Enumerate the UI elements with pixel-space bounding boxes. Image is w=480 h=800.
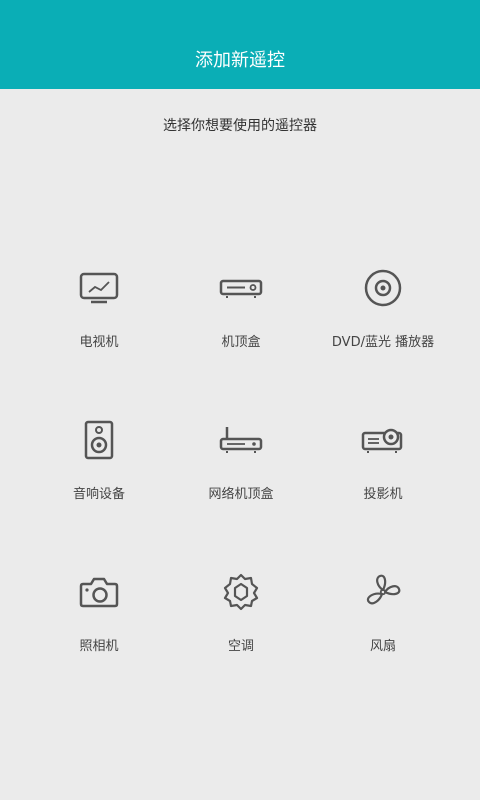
disc-icon <box>361 266 405 310</box>
device-tv[interactable]: 电视机 <box>19 266 179 386</box>
device-label: DVD/蓝光 播放器 <box>331 335 435 350</box>
air-conditioner-icon <box>219 570 263 614</box>
speaker-icon <box>77 418 121 462</box>
device-dvd-player[interactable]: DVD/蓝光 播放器 <box>303 266 463 386</box>
device-label: 空调 <box>227 639 254 654</box>
device-fan[interactable]: 风扇 <box>303 570 463 690</box>
device-projector[interactable]: 投影机 <box>303 418 463 538</box>
device-network-box[interactable]: 网络机顶盒 <box>161 418 321 538</box>
device-air-conditioner[interactable]: 空调 <box>161 570 321 690</box>
network-box-icon <box>219 418 263 462</box>
device-label: 机顶盒 <box>221 335 261 350</box>
device-camera[interactable]: 照相机 <box>19 570 179 690</box>
device-set-top-box[interactable]: 机顶盒 <box>161 266 321 386</box>
device-label: 音响设备 <box>72 487 125 502</box>
fan-icon <box>361 570 405 614</box>
projector-icon <box>361 418 405 462</box>
device-grid: 电视机 机顶盒 DVD/蓝光 播放器 音响设备 网络机顶盒 投影机 照相机 空调… <box>0 0 480 800</box>
device-label: 投影机 <box>363 487 403 502</box>
tv-icon <box>77 266 121 310</box>
device-label: 网络机顶盒 <box>208 487 274 502</box>
camera-icon <box>77 570 121 614</box>
device-label: 风扇 <box>369 639 396 654</box>
set-top-box-icon <box>219 266 263 310</box>
device-speaker[interactable]: 音响设备 <box>19 418 179 538</box>
device-label: 照相机 <box>79 639 119 654</box>
device-label: 电视机 <box>79 335 119 350</box>
